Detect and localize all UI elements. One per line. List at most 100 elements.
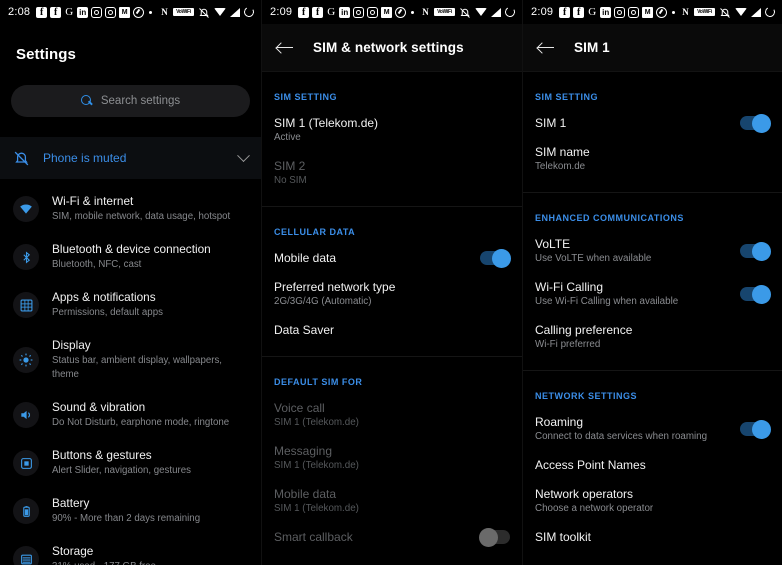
sidebar-item-buttons-gestures[interactable]: Buttons & gestures Alert Slider, navigat… <box>0 439 261 487</box>
app-title: SIM & network settings <box>313 40 464 55</box>
row-text: Mobile data SIM 1 (Telekom.de) <box>274 486 510 516</box>
bell-muted-icon <box>13 150 30 167</box>
row-subtitle: Wi-Fi preferred <box>535 339 601 350</box>
sim1-toggle[interactable] <box>740 113 771 133</box>
back-arrow-icon[interactable] <box>538 41 554 55</box>
page-title: Settings <box>16 46 76 63</box>
row-preferred-network-type[interactable]: Preferred network type 2G/3G/4G (Automat… <box>262 266 522 309</box>
row-text: Access Point Names <box>535 457 770 473</box>
google-icon: G <box>588 5 597 18</box>
sidebar-item-bluetooth-device[interactable]: Bluetooth & device connection Bluetooth,… <box>0 233 261 281</box>
row-title: Roaming <box>535 415 584 429</box>
google-icon: G <box>327 5 336 18</box>
vowifi-badge: VoWiFi <box>173 8 194 16</box>
facebook-icon: f <box>312 6 324 18</box>
row-wifi-calling[interactable]: Wi-Fi Calling Use Wi-Fi Calling when ava… <box>523 266 782 309</box>
row-subtitle: SIM 1 (Telekom.de) <box>274 417 359 428</box>
row-text: Mobile data <box>274 250 480 266</box>
row-sim-name[interactable]: SIM name Telekom.de <box>523 131 782 174</box>
section-header: CELLULAR DATA <box>274 227 356 237</box>
row-title: Wi-Fi Calling <box>535 280 604 294</box>
sidebar-item-subtitle: Alert Slider, navigation, gestures <box>52 465 191 476</box>
row-default-mobile-data[interactable]: Mobile data SIM 1 (Telekom.de) <box>262 473 522 516</box>
row-text: Calling preference Wi-Fi preferred <box>535 322 770 352</box>
row-title: Data Saver <box>274 323 335 337</box>
row-sim1-enable[interactable]: SIM 1 <box>523 102 782 133</box>
signal-icon <box>751 7 761 17</box>
section-enhanced-communications: ENHANCED COMMUNICATIONS VoLTE Use VoLTE … <box>523 193 782 371</box>
linkedin-icon: in <box>77 6 89 18</box>
sidebar-item-display[interactable]: Display Status bar, ambient display, wal… <box>0 329 261 391</box>
facebook-icon: f <box>50 6 62 18</box>
sidebar-item-battery[interactable]: Battery 90% - More than 2 days remaining <box>0 487 261 535</box>
section-header: DEFAULT SIM FOR <box>274 377 363 387</box>
chevron-down-icon[interactable] <box>237 148 250 162</box>
row-messaging[interactable]: Messaging SIM 1 (Telekom.de) <box>262 430 522 473</box>
row-data-saver[interactable]: Data Saver <box>262 309 522 338</box>
search-settings-bar[interactable]: Search settings <box>11 85 250 117</box>
row-access-point-names[interactable]: Access Point Names <box>523 444 782 473</box>
sidebar-item-subtitle: Do Not Disturb, earphone mode, ringtone <box>52 417 230 428</box>
phone-muted-banner[interactable]: Phone is muted <box>0 137 261 179</box>
row-subtitle: Active <box>274 132 301 143</box>
instagram-icon <box>91 6 103 18</box>
row-mobile-data[interactable]: Mobile data <box>262 237 522 268</box>
volte-toggle[interactable] <box>740 241 771 261</box>
sidebar-item-apps-notifications[interactable]: Apps & notifications Permissions, defaul… <box>0 281 261 329</box>
wifi-calling-toggle[interactable] <box>740 284 771 304</box>
sidebar-item-title: Buttons & gestures <box>52 448 152 462</box>
sidebar-item-text: Battery 90% - More than 2 days remaining <box>52 496 200 526</box>
vowifi-badge: VoWiFi <box>434 8 455 16</box>
row-roaming[interactable]: Roaming Connect to data services when ro… <box>523 401 782 444</box>
row-subtitle: Use Wi-Fi Calling when available <box>535 296 679 307</box>
sidebar-item-text: Sound & vibration Do Not Disturb, earpho… <box>52 400 229 430</box>
row-sim1[interactable]: SIM 1 (Telekom.de) Active <box>262 102 522 145</box>
row-title: Calling preference <box>535 323 633 337</box>
row-text: SIM toolkit <box>535 529 770 545</box>
row-subtitle: No SIM <box>274 175 307 186</box>
status-clock: 2:08 <box>8 6 31 18</box>
back-arrow-icon[interactable] <box>277 41 293 55</box>
facebook-icon: f <box>573 6 585 18</box>
phone-muted-label: Phone is muted <box>43 151 127 165</box>
dot-icon <box>411 10 415 14</box>
instagram-icon <box>628 6 640 18</box>
compass-icon <box>133 6 145 18</box>
panel-sim-network-settings: 2:09 f f G in M N VoWiFi SIM & network s… <box>261 0 522 565</box>
sidebar-item-text: Buttons & gestures Alert Slider, navigat… <box>52 448 191 478</box>
battery-icon <box>13 498 39 524</box>
sidebar-item-subtitle: Bluetooth, NFC, cast <box>52 259 142 270</box>
row-title: Mobile data <box>274 487 337 501</box>
row-sim-toolkit[interactable]: SIM toolkit <box>523 516 782 545</box>
sidebar-item-wifi-internet[interactable]: Wi-Fi & internet SIM, mobile network, da… <box>0 185 261 233</box>
status-system-icons: N VoWiFi <box>681 5 777 19</box>
sidebar-item-subtitle: Status bar, ambient display, wallpapers,… <box>52 355 222 380</box>
sidebar-item-storage[interactable]: Storage 31% used - 177 GB free <box>0 535 261 565</box>
row-title: SIM name <box>535 145 590 159</box>
row-smart-callback[interactable]: Smart callback <box>262 516 522 547</box>
section-header: SIM SETTING <box>274 92 338 102</box>
search-placeholder: Search settings <box>100 95 181 107</box>
row-voice-call[interactable]: Voice call SIM 1 (Telekom.de) <box>262 387 522 430</box>
sidebar-item-sound-vibration[interactable]: Sound & vibration Do Not Disturb, earpho… <box>0 391 261 439</box>
roaming-toggle[interactable] <box>740 419 771 439</box>
mobile-data-toggle[interactable] <box>480 248 511 268</box>
speaker-icon <box>13 402 39 428</box>
facebook-icon: f <box>298 6 310 18</box>
battery-icon <box>503 5 517 19</box>
smart-callback-toggle[interactable] <box>479 527 510 547</box>
row-calling-preference[interactable]: Calling preference Wi-Fi preferred <box>523 309 782 352</box>
gmail-icon: M <box>381 6 393 18</box>
facebook-icon: f <box>36 6 48 18</box>
row-title: Messaging <box>274 444 333 458</box>
status-bar-right: 2:09 f f G in M N VoWiFi <box>523 0 782 24</box>
row-network-operators[interactable]: Network operators Choose a network opera… <box>523 473 782 516</box>
sidebar-item-title: Storage <box>52 544 94 558</box>
battery-icon <box>242 5 256 19</box>
row-volte[interactable]: VoLTE Use VoLTE when available <box>523 223 782 266</box>
status-bar-left: 2:08 f f G in M N VoWiFi <box>0 0 261 24</box>
gmail-icon: M <box>642 6 654 18</box>
sidebar-item-text: Display Status bar, ambient display, wal… <box>52 338 248 382</box>
dot-icon <box>149 10 153 14</box>
row-sim2[interactable]: SIM 2 No SIM <box>262 145 522 188</box>
